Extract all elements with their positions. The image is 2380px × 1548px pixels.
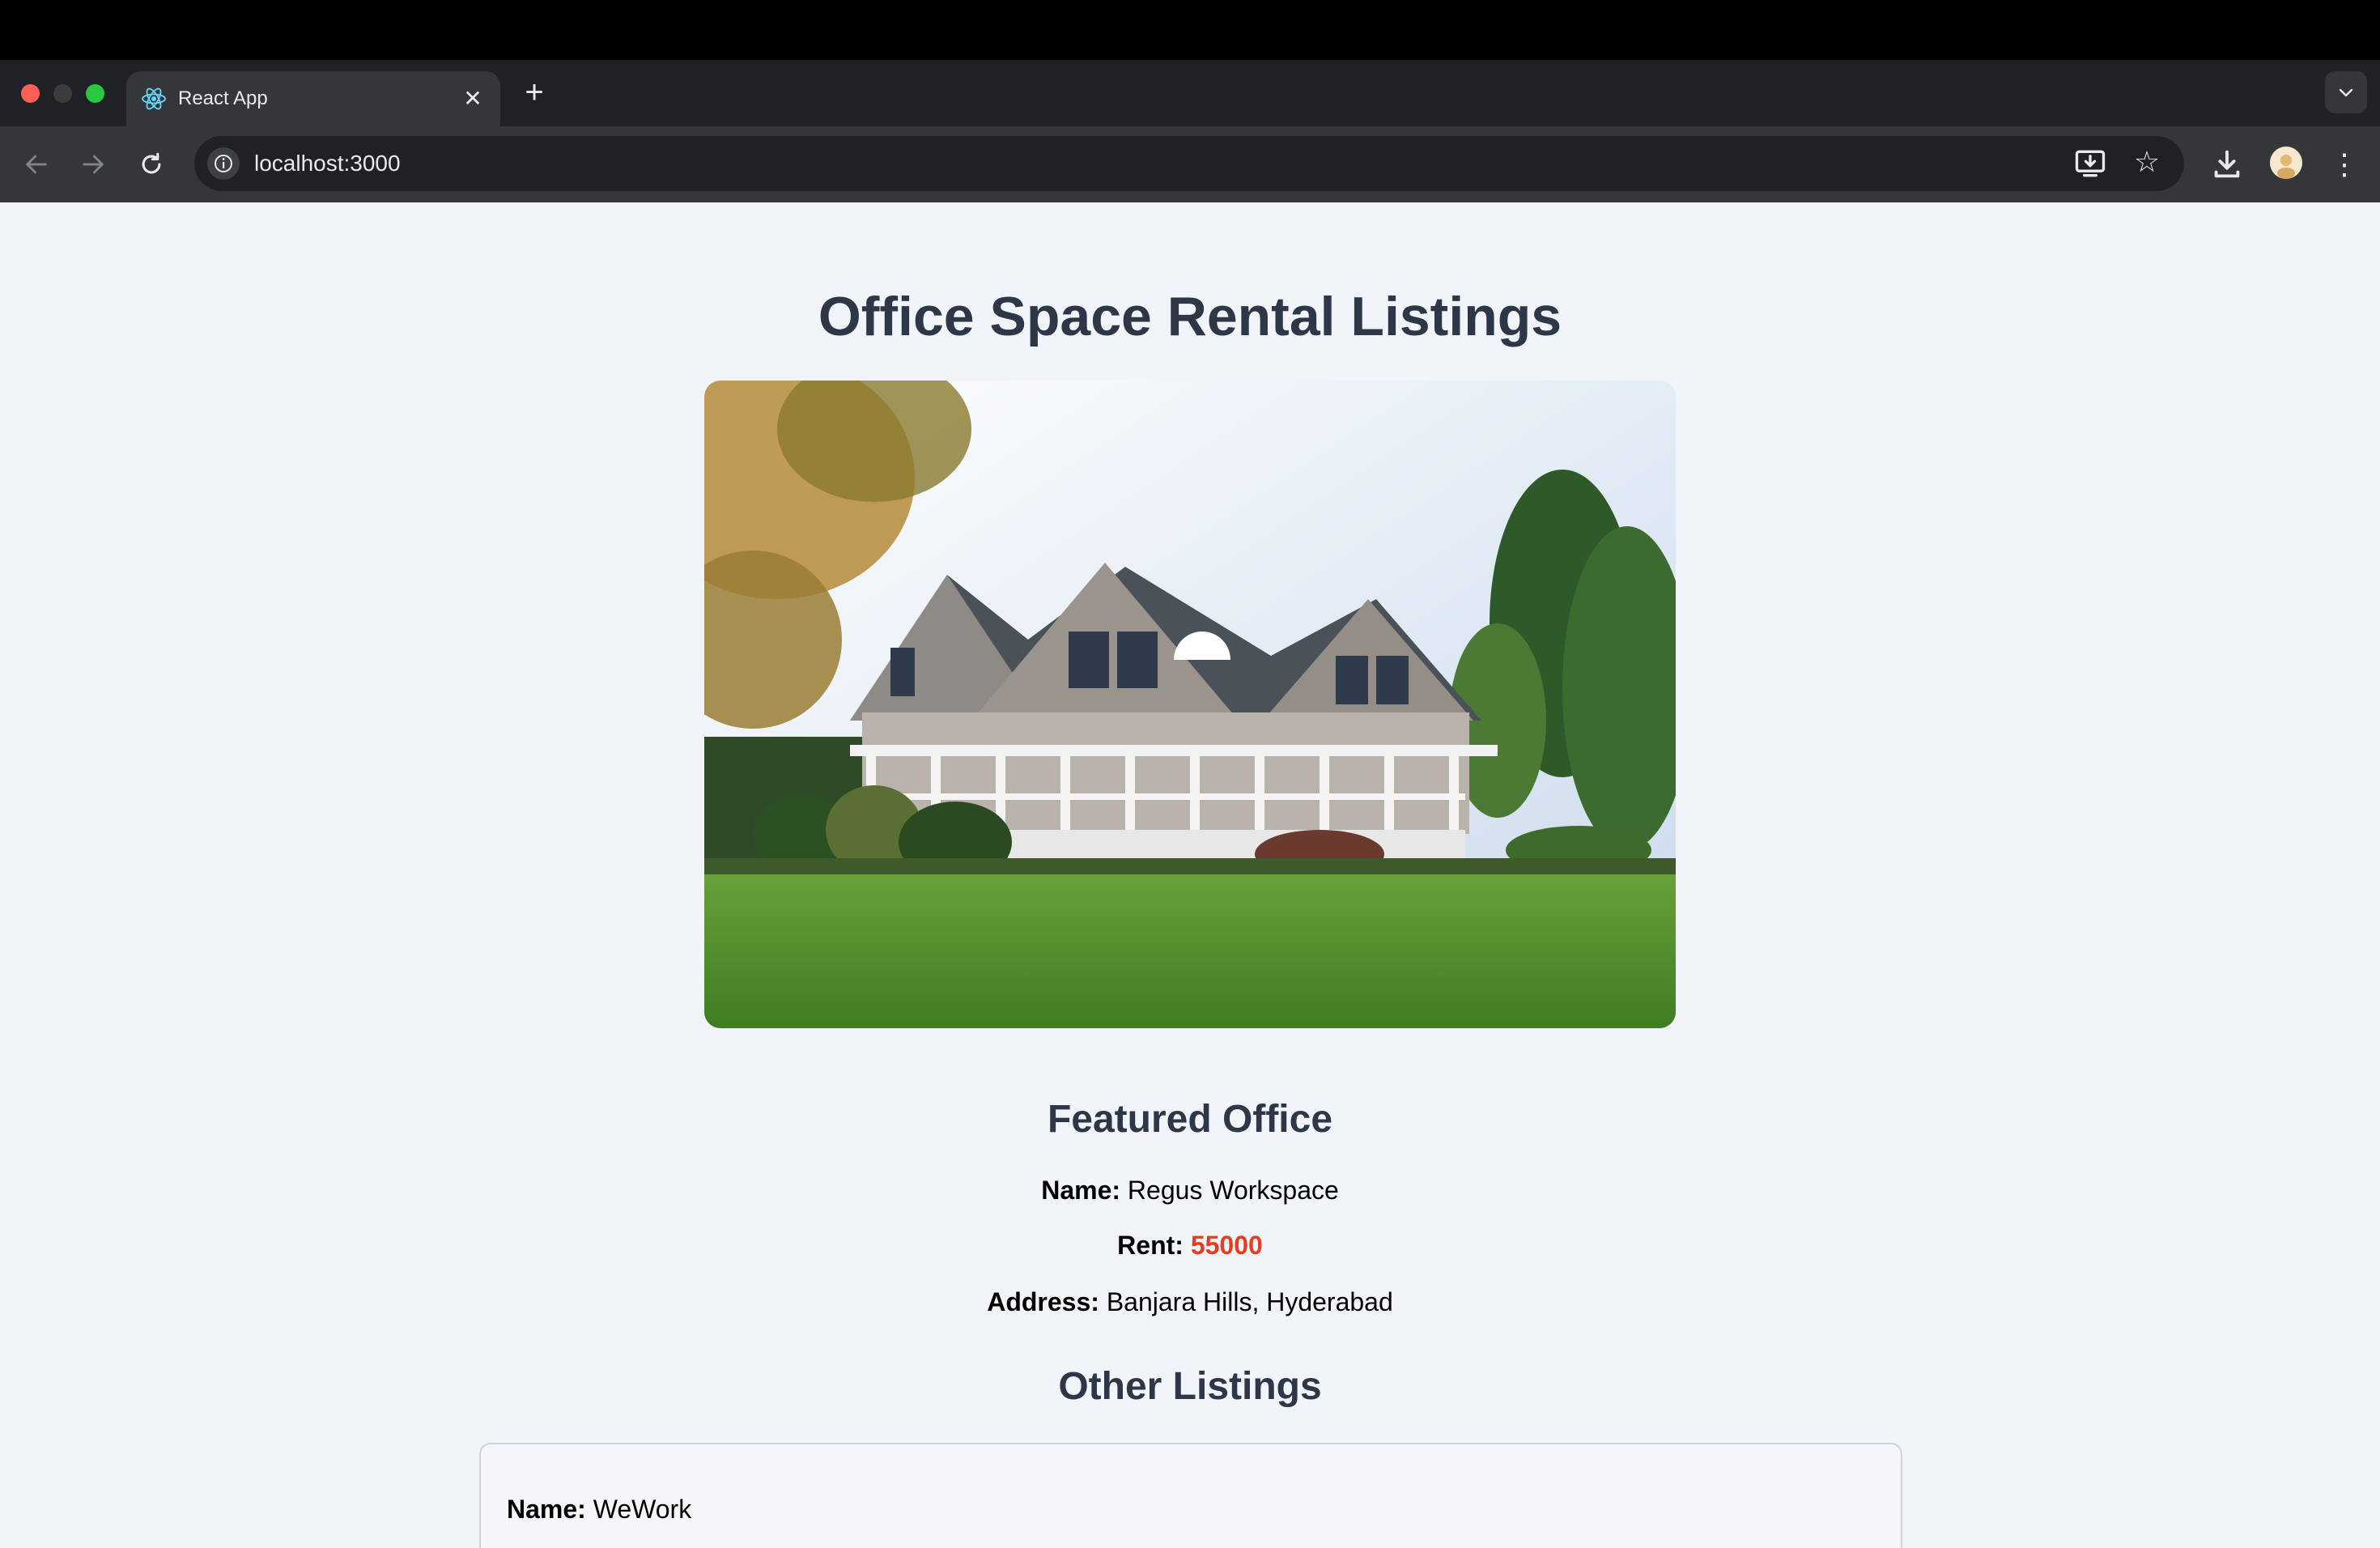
close-tab-icon[interactable]: ✕: [457, 83, 489, 115]
arrow-left-icon: [26, 155, 47, 174]
address-bar[interactable]: localhost:3000: [194, 136, 2184, 191]
browser-tab[interactable]: React App ✕: [126, 71, 500, 126]
address-label: Address:: [987, 1287, 1099, 1316]
rent-value: 55000: [1190, 1231, 1263, 1260]
name-label: Name:: [1041, 1176, 1121, 1205]
react-logo-icon: [138, 83, 170, 115]
rent-label: Rent:: [1117, 1231, 1184, 1260]
window-close-button[interactable]: [21, 84, 40, 103]
arrow-right-icon: [83, 155, 104, 174]
listing-card: Name: WeWork: [479, 1443, 1902, 1548]
info-icon[interactable]: [207, 147, 240, 180]
featured-name: Name: Regus Workspace: [0, 1172, 2380, 1208]
url-text[interactable]: localhost:3000: [254, 147, 401, 180]
back-button[interactable]: [16, 144, 57, 185]
featured-address: Address: Banjara Hills, Hyderabad: [0, 1284, 2380, 1320]
hero-image: [704, 381, 1676, 1028]
name-value: Regus Workspace: [1127, 1176, 1339, 1205]
window-maximize-button[interactable]: [86, 84, 104, 103]
page-title: Office Space Rental Listings: [818, 286, 1562, 347]
new-tab-button[interactable]: +: [518, 76, 550, 108]
page-content: Office Space Rental Listings Featured Of…: [0, 202, 2380, 1548]
name-value: WeWork: [593, 1495, 692, 1524]
reload-button[interactable]: [131, 144, 172, 185]
window-minimize-button[interactable]: [53, 84, 72, 103]
listing-name: Name: WeWork: [507, 1491, 691, 1527]
forward-button[interactable]: [73, 144, 113, 185]
reload-icon: [142, 152, 161, 174]
kebab-menu-icon[interactable]: ⋮: [2330, 144, 2359, 185]
install-app-icon[interactable]: [2072, 146, 2108, 181]
featured-heading: Featured Office: [1047, 1098, 1333, 1141]
chevron-down-icon: [2339, 88, 2353, 97]
name-label: Name:: [507, 1495, 586, 1524]
star-icon[interactable]: ☆: [2127, 142, 2166, 181]
featured-rent: Rent: 55000: [0, 1227, 2380, 1263]
tab-title: React App: [178, 87, 268, 109]
other-listings-heading: Other Listings: [1058, 1365, 1322, 1408]
download-icon[interactable]: [2208, 146, 2246, 183]
address-value: Banjara Hills, Hyderabad: [1106, 1287, 1393, 1316]
tab-search-button[interactable]: [2325, 71, 2367, 113]
system-menubar: [0, 0, 2380, 60]
profile-avatar[interactable]: [2270, 147, 2302, 179]
